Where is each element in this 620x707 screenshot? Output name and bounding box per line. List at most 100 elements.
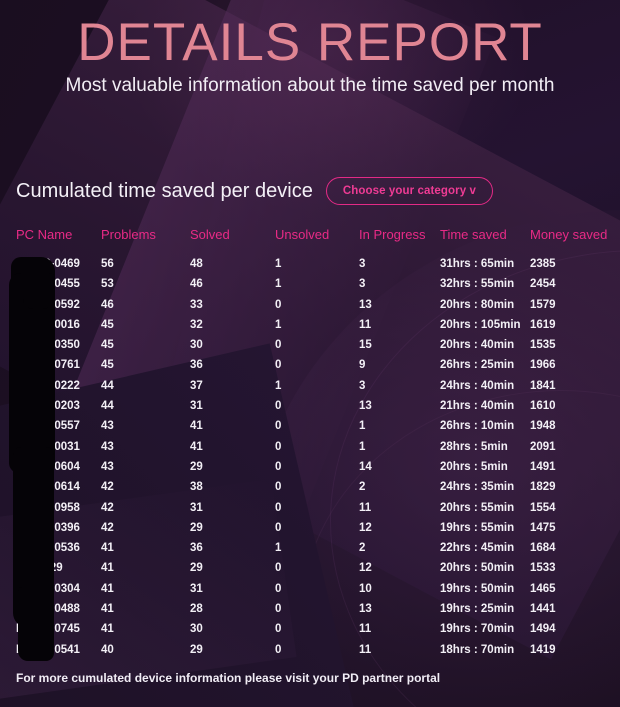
cell-unsolved: 0 <box>275 562 282 575</box>
cell-in-progress: 2 <box>359 542 366 555</box>
cell-problems: 41 <box>101 542 114 555</box>
cell-in-progress: 3 <box>359 258 366 270</box>
cell-money-saved: 2454 <box>530 278 556 291</box>
column-header-unsolved: Unsolved <box>275 227 330 242</box>
table-row: LD223-0203 44 31 0 13 21hrs : 40min 1610 <box>0 399 620 419</box>
cell-solved: 29 <box>190 562 203 575</box>
cell-time-saved: 24hrs : 35min <box>440 481 515 494</box>
cell-in-progress: 9 <box>359 359 366 372</box>
table-row: LD223-0541 40 29 0 11 18hrs : 70min 1419 <box>0 643 620 663</box>
cell-problems: 42 <box>101 501 114 514</box>
cell-solved: 41 <box>190 440 203 453</box>
cell-solved: 29 <box>190 643 203 656</box>
cell-problems: 45 <box>101 318 114 331</box>
cell-time-saved: 32hrs : 55min <box>440 278 515 291</box>
cell-in-progress: 13 <box>359 400 372 413</box>
table-header-row: PC Name Problems Solved Unsolved In Progress… <box>0 227 620 257</box>
column-header-in-progress: In Progress <box>359 227 426 242</box>
cell-pc-name: LD223-0469 <box>16 258 80 270</box>
cell-time-saved: 26hrs : 10min <box>440 420 515 433</box>
cell-problems: 44 <box>101 379 114 392</box>
cell-money-saved: 1948 <box>530 420 556 433</box>
cell-unsolved: 0 <box>275 582 282 595</box>
cell-problems: 41 <box>101 562 114 575</box>
cell-unsolved: 0 <box>275 481 282 494</box>
cell-in-progress: 13 <box>359 298 372 311</box>
cell-unsolved: 0 <box>275 603 282 616</box>
cell-pc-name: LD223-0745 <box>16 623 80 636</box>
cell-money-saved: 1829 <box>530 481 556 494</box>
cell-money-saved: 2091 <box>530 440 556 453</box>
cell-money-saved: 1465 <box>530 582 556 595</box>
table-row: LD223-0350 45 30 0 15 20hrs : 40min 1535 <box>0 338 620 358</box>
cell-unsolved: 0 <box>275 359 282 372</box>
cell-problems: 43 <box>101 440 114 453</box>
cell-in-progress: 1 <box>359 440 366 453</box>
cell-pc-name: LD223-0958 <box>16 501 80 514</box>
cell-solved: 31 <box>190 501 203 514</box>
table-row: LD223-0604 43 29 0 14 20hrs : 5min 1491 <box>0 460 620 480</box>
cell-money-saved: 1535 <box>530 339 556 352</box>
cell-unsolved: 1 <box>275 379 282 392</box>
cell-money-saved: 1610 <box>530 400 556 413</box>
page-title: DETAILS REPORT <box>77 13 543 72</box>
cell-money-saved: 1579 <box>530 298 556 311</box>
cell-pc-name: PCS-229 <box>16 562 63 575</box>
table-row: LD223-0031 43 41 0 1 28hrs : 5min 2091 <box>0 440 620 460</box>
table-row: LD223-0592 46 33 0 13 20hrs : 80min 1579 <box>0 298 620 318</box>
cell-time-saved: 28hrs : 5min <box>440 440 508 453</box>
cell-in-progress: 11 <box>359 501 372 514</box>
cell-unsolved: 0 <box>275 420 282 433</box>
cell-money-saved: 1966 <box>530 359 556 372</box>
cell-unsolved: 0 <box>275 400 282 413</box>
section-header: Cumulated time saved per device Choose y… <box>16 177 494 205</box>
cell-in-progress: 11 <box>359 643 372 656</box>
cell-pc-name: LD223-0031 <box>16 440 80 453</box>
cell-in-progress: 2 <box>359 481 366 494</box>
cell-pc-name: LD223-0592 <box>16 298 80 311</box>
cell-in-progress: 3 <box>359 379 366 392</box>
cell-pc-name: LD223-0761 <box>16 359 80 372</box>
cell-problems: 42 <box>101 481 114 494</box>
cell-unsolved: 0 <box>275 643 282 656</box>
cell-money-saved: 1419 <box>530 643 556 656</box>
cell-money-saved: 1841 <box>530 379 556 392</box>
cell-unsolved: 0 <box>275 460 282 473</box>
cell-pc-name: LD223-0350 <box>16 339 80 352</box>
cell-time-saved: 24hrs : 40min <box>440 379 515 392</box>
cell-problems: 41 <box>101 582 114 595</box>
cell-time-saved: 20hrs : 55min <box>440 501 515 514</box>
cell-pc-name: LD223-0536 <box>16 542 80 555</box>
cell-problems: 45 <box>101 359 114 372</box>
cell-time-saved: 20hrs : 5min <box>440 460 508 473</box>
table-row: LD223-0488 41 28 0 13 19hrs : 25min 1441 <box>0 602 620 622</box>
table-row: LD223-0557 43 41 0 1 26hrs : 10min 1948 <box>0 419 620 439</box>
table-row: LD223-0614 42 38 0 2 24hrs : 35min 1829 <box>0 480 620 500</box>
cell-unsolved: 1 <box>275 542 282 555</box>
cell-problems: 41 <box>101 603 114 616</box>
cell-unsolved: 1 <box>275 278 282 291</box>
footer-note: For more cumulated device information pl… <box>16 671 441 685</box>
cell-solved: 31 <box>190 400 203 413</box>
cell-solved: 31 <box>190 582 203 595</box>
cell-money-saved: 1619 <box>530 318 556 331</box>
table-row: LD223-0536 41 36 1 2 22hrs : 45min 1684 <box>0 541 620 561</box>
cell-unsolved: 0 <box>275 501 282 514</box>
choose-category-button[interactable]: Choose your category v <box>325 177 494 205</box>
table-row: LD223-0396 42 29 0 12 19hrs : 55min 1475 <box>0 521 620 541</box>
cell-problems: 42 <box>101 521 114 534</box>
column-header-problems: Problems <box>101 227 156 242</box>
cell-in-progress: 3 <box>359 278 366 291</box>
table-row: LD223-0958 42 31 0 11 20hrs : 55min 1554 <box>0 501 620 521</box>
cell-pc-name: LD223-0016 <box>16 318 80 331</box>
column-header-time-saved: Time saved <box>440 227 507 242</box>
cell-time-saved: 18hrs : 70min <box>440 643 515 656</box>
cell-time-saved: 19hrs : 70min <box>440 623 515 636</box>
cell-solved: 32 <box>190 318 203 331</box>
cell-pc-name: LD223-0455 <box>16 278 80 291</box>
device-table: PC Name Problems Solved Unsolved In Progress… <box>0 227 620 663</box>
cell-unsolved: 0 <box>275 298 282 311</box>
cell-solved: 38 <box>190 481 203 494</box>
cell-in-progress: 14 <box>359 460 372 473</box>
cell-time-saved: 20hrs : 80min <box>440 298 515 311</box>
